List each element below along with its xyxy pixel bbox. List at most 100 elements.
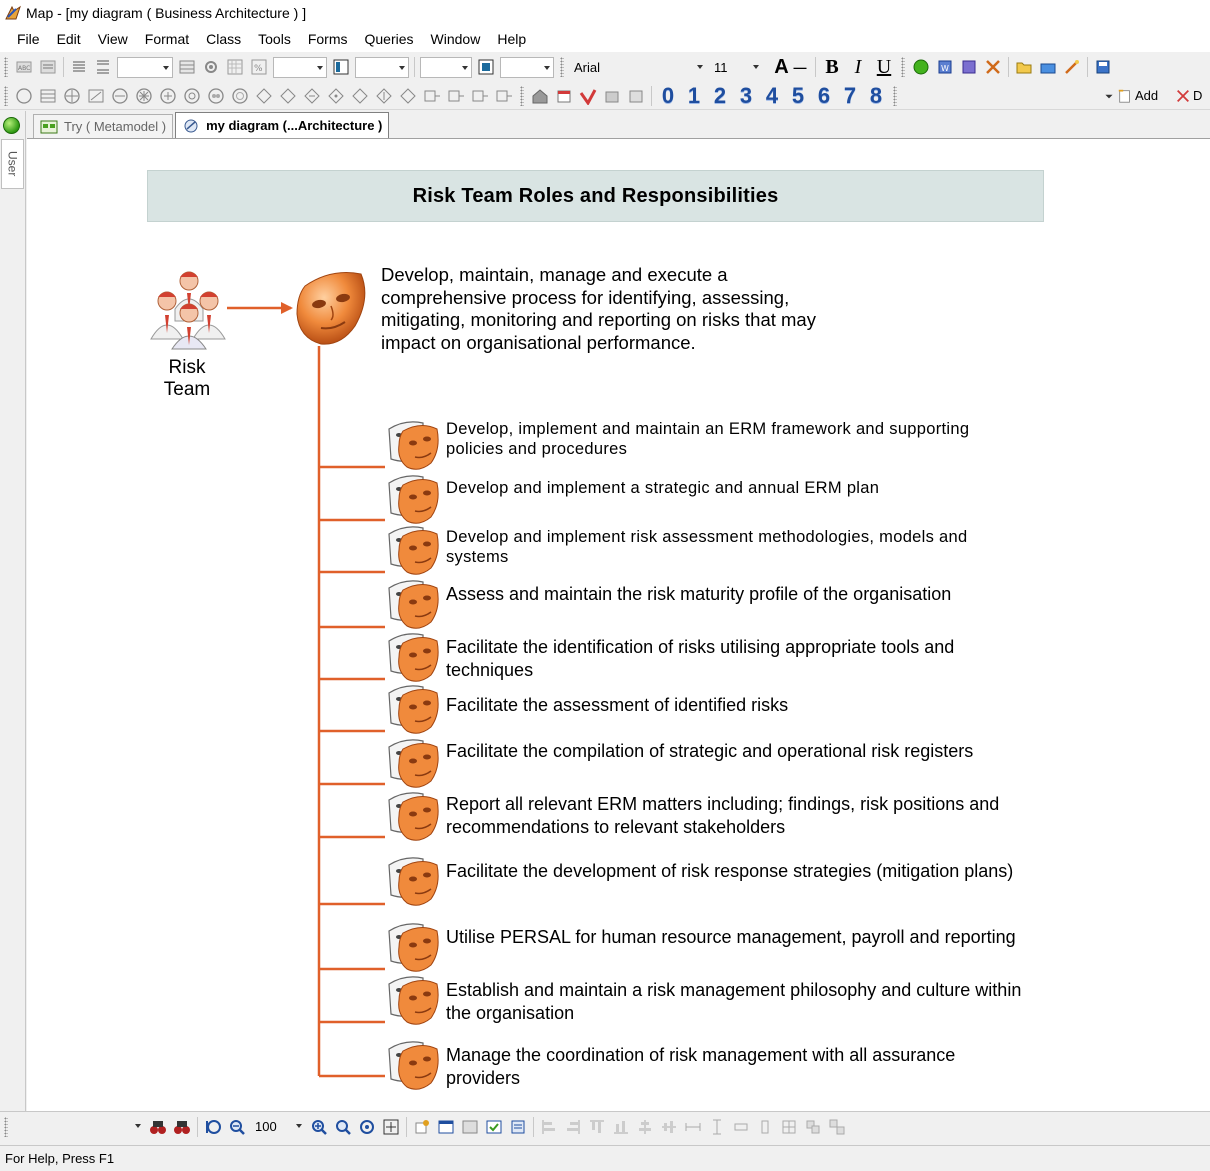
binoculars-icon[interactable]	[147, 1116, 169, 1138]
diamond-shape-icon[interactable]	[373, 85, 395, 107]
same-height-icon[interactable]	[754, 1116, 776, 1138]
level-1-button[interactable]: 1	[681, 83, 707, 109]
report-icon[interactable]	[958, 56, 980, 78]
toolbar-grip[interactable]	[520, 85, 524, 106]
responsibility-item[interactable]: Develop, implement and maintain an ERM f…	[383, 415, 1023, 475]
minus-circle-icon[interactable]	[109, 85, 131, 107]
menu-forms[interactable]: Forms	[301, 28, 358, 50]
diagram-title-box[interactable]: Risk Team Roles and Responsibilities	[147, 170, 1044, 222]
fit-window-icon[interactable]	[380, 1116, 402, 1138]
grid-icon[interactable]	[224, 56, 246, 78]
calendar-icon[interactable]	[553, 85, 575, 107]
open-folder-icon[interactable]	[1013, 56, 1035, 78]
spell-check-icon[interactable]: ABC	[13, 56, 35, 78]
zoom-page-icon[interactable]	[356, 1116, 378, 1138]
main-role-text[interactable]: Develop, maintain, manage and execute a …	[381, 264, 851, 354]
diamond-shape-icon[interactable]	[349, 85, 371, 107]
zoom-in-icon[interactable]	[308, 1116, 330, 1138]
responsibility-item[interactable]: Assess and maintain the risk maturity pr…	[383, 574, 1023, 634]
inbox-icon[interactable]	[601, 85, 623, 107]
menu-help[interactable]: Help	[490, 28, 536, 50]
plus-circle-icon[interactable]	[157, 85, 179, 107]
diagram-canvas[interactable]: Risk Team Roles and Responsibilities Ris…	[27, 139, 1210, 1111]
menu-edit[interactable]: Edit	[50, 28, 91, 50]
responsibility-item[interactable]: Establish and maintain a risk management…	[383, 970, 1023, 1030]
same-size-icon[interactable]	[778, 1116, 800, 1138]
level-7-button[interactable]: 7	[837, 83, 863, 109]
list-shape-icon[interactable]	[37, 85, 59, 107]
flower-circle-icon[interactable]	[229, 85, 251, 107]
table-icon[interactable]	[176, 56, 198, 78]
layout-icon[interactable]	[459, 1116, 481, 1138]
space-horizontal-icon[interactable]	[682, 1116, 704, 1138]
binoculars-next-icon[interactable]	[171, 1116, 193, 1138]
percent-icon[interactable]: %	[248, 56, 270, 78]
tools-icon[interactable]	[982, 56, 1004, 78]
align-left-icon[interactable]	[538, 1116, 560, 1138]
zoom-combo[interactable]: 100	[251, 1116, 305, 1137]
menu-window[interactable]: Window	[424, 28, 491, 50]
menu-format[interactable]: Format	[138, 28, 199, 50]
level-8-button[interactable]: 8	[863, 83, 889, 109]
zoom-out-icon[interactable]	[226, 1116, 248, 1138]
list-view-icon[interactable]	[507, 1116, 529, 1138]
cloud-circle-icon[interactable]	[205, 85, 227, 107]
word-export-icon[interactable]: W	[934, 56, 956, 78]
border-combo[interactable]	[500, 56, 554, 78]
align-bottom-icon[interactable]	[610, 1116, 632, 1138]
home-icon[interactable]	[529, 85, 551, 107]
arrow-box-icon[interactable]	[469, 85, 491, 107]
italic-button[interactable]: I	[846, 56, 870, 78]
add-button[interactable]: Add	[1117, 85, 1173, 107]
style-combo[interactable]	[117, 56, 173, 78]
team-people-icon[interactable]	[145, 267, 233, 351]
user-side-tab[interactable]: User	[1, 139, 24, 189]
arrow-box-icon[interactable]	[493, 85, 515, 107]
open-model-icon[interactable]	[1037, 56, 1059, 78]
pattern-combo[interactable]	[420, 56, 472, 78]
level-3-button[interactable]: 3	[733, 83, 759, 109]
gear-circle-icon[interactable]	[181, 85, 203, 107]
check-icon[interactable]	[577, 85, 599, 107]
space-vertical-icon[interactable]	[706, 1116, 728, 1138]
level-5-button[interactable]: 5	[785, 83, 811, 109]
menu-queries[interactable]: Queries	[358, 28, 424, 50]
globe-icon[interactable]	[3, 117, 20, 134]
arrow-box-icon[interactable]	[445, 85, 467, 107]
globe-icon[interactable]	[910, 56, 932, 78]
diamond-shape-icon[interactable]	[253, 85, 275, 107]
menu-tools[interactable]: Tools	[251, 28, 301, 50]
level-0-button[interactable]: 0	[655, 83, 681, 109]
responsibility-item[interactable]: Facilitate the compilation of strategic …	[383, 733, 1023, 793]
picture-icon[interactable]	[625, 85, 647, 107]
responsibility-item[interactable]: Facilitate the identification of risks u…	[383, 627, 1023, 687]
window-icon[interactable]	[435, 1116, 457, 1138]
font-color-button[interactable]: A —	[765, 56, 811, 78]
underline-button[interactable]: U	[872, 56, 896, 78]
diamond-shape-icon[interactable]	[277, 85, 299, 107]
font-name-combo[interactable]: Arial	[570, 57, 706, 78]
menu-class[interactable]: Class	[199, 28, 251, 50]
fill-color-icon[interactable]	[330, 56, 352, 78]
tab-metamodel[interactable]: Try ( Metamodel )	[33, 114, 174, 138]
same-width-icon[interactable]	[730, 1116, 752, 1138]
responsibility-item[interactable]: Utilise PERSAL for human resource manage…	[383, 917, 1023, 977]
delete-button[interactable]: D	[1175, 85, 1209, 107]
responsibility-item[interactable]: Facilitate the development of risk respo…	[383, 851, 1023, 911]
bold-button[interactable]: B	[820, 56, 844, 78]
font-size-combo[interactable]: 11	[710, 57, 762, 78]
align-text-icon[interactable]	[68, 56, 90, 78]
save-icon[interactable]	[1092, 56, 1114, 78]
toolbar-grip[interactable]	[901, 57, 905, 77]
note-shape-icon[interactable]	[85, 85, 107, 107]
responsibility-item[interactable]: Develop and implement risk assessment me…	[383, 520, 1023, 580]
diamond-shape-icon[interactable]	[397, 85, 419, 107]
toolbar-grip[interactable]	[560, 57, 564, 77]
group-icon[interactable]	[802, 1116, 824, 1138]
line-style-icon[interactable]	[37, 56, 59, 78]
toolbar-grip[interactable]	[4, 85, 8, 106]
toolbar-grip[interactable]	[893, 85, 897, 106]
level-6-button[interactable]: 6	[811, 83, 837, 109]
zoom-reset-icon[interactable]	[202, 1116, 224, 1138]
properties-icon[interactable]	[411, 1116, 433, 1138]
